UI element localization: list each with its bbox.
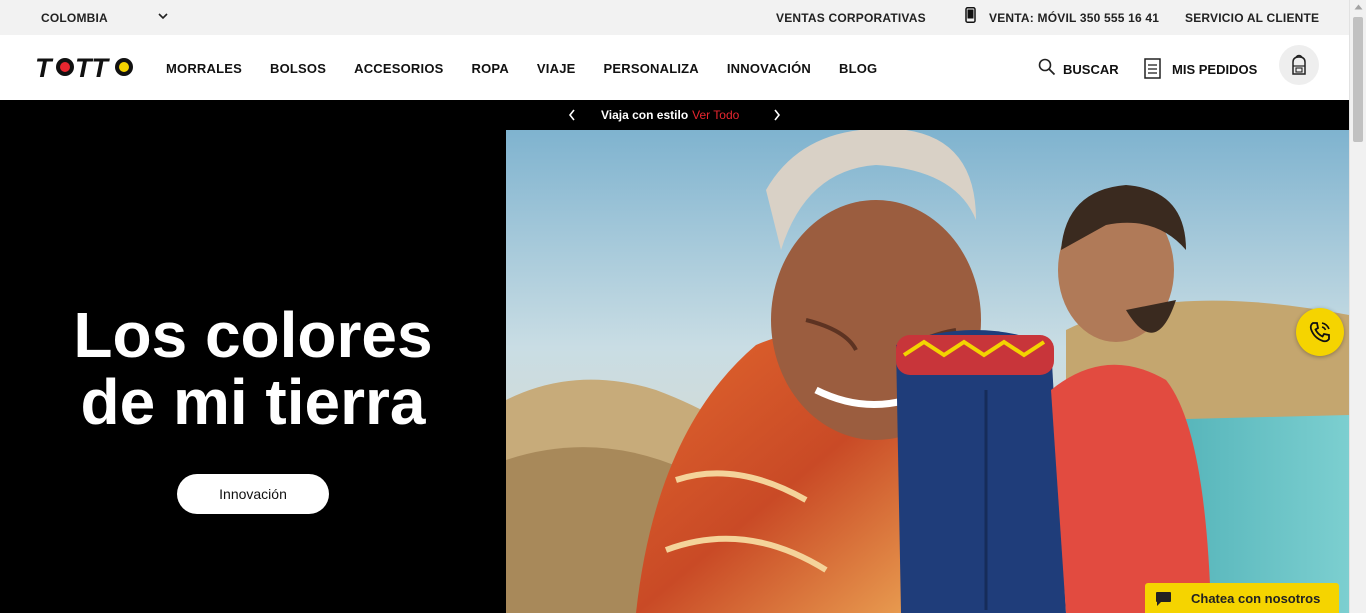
menu-item-morrales[interactable]: MORRALES [166,61,242,76]
cart-button[interactable] [1279,45,1319,85]
top-utility-bar: COLOMBIA VENTAS CORPORATIVAS VENTA: MÓVI… [0,0,1349,35]
menu-item-viaje[interactable]: VIAJE [537,61,576,76]
menu-item-ropa[interactable]: ROPA [472,61,509,76]
svg-text:TT: TT [75,53,110,83]
mobile-phone-icon [965,7,976,23]
main-navigation: T TT MORRALES BOLSOS ACCESORIOS ROPA VIA… [0,35,1349,100]
orders-list-icon[interactable] [1144,58,1161,79]
chevron-down-icon[interactable] [156,9,170,23]
totto-logo[interactable]: T TT [33,50,137,84]
hero-title: Los colores de mi tierra [0,302,506,436]
menu-item-accesorios[interactable]: ACCESORIOS [354,61,443,76]
chat-label: Chatea con nosotros [1191,591,1321,606]
hero-title-line-1: Los colores [73,299,433,371]
chevron-left-icon[interactable] [567,109,577,121]
hero-text-panel: Los colores de mi tierra Innovación [0,130,506,613]
hero-title-line-2: de mi tierra [80,366,426,438]
menu-item-personaliza[interactable]: PERSONALIZA [604,61,699,76]
country-selector[interactable]: COLOMBIA [41,11,108,25]
menu-item-innovacion[interactable]: INNOVACIÓN [727,61,811,76]
scrollbar-thumb[interactable] [1353,17,1363,142]
hero-image[interactable] [506,130,1349,613]
chevron-right-icon[interactable] [772,109,782,121]
backpack-icon [1292,54,1306,75]
phone-call-icon [1309,322,1330,343]
page-scrollbar[interactable] [1349,0,1366,613]
chat-widget[interactable]: Chatea con nosotros [1145,583,1339,613]
promo-text: Viaja con estilo [601,108,689,122]
chat-bubble-icon [1156,592,1171,606]
search-icon[interactable] [1038,58,1056,76]
svg-text:T: T [35,53,54,83]
customer-service-link[interactable]: SERVICIO AL CLIENTE [1185,11,1319,25]
promo-carousel: Viaja con estilo Ver Todo [0,100,1349,130]
scroll-up-arrow-icon[interactable] [1354,4,1363,10]
my-orders-button[interactable]: MIS PEDIDOS [1172,62,1257,77]
promo-link[interactable]: Ver Todo [692,108,739,122]
hero-photo-illustration [506,130,1349,613]
corporate-sales-link[interactable]: VENTAS CORPORATIVAS [776,11,926,25]
phone-sales-link[interactable]: VENTA: MÓVIL 350 555 16 41 [989,11,1159,25]
menu-item-blog[interactable]: BLOG [839,61,877,76]
call-button[interactable] [1296,308,1344,356]
promo-message: Viaja con estilo Ver Todo [601,108,739,122]
category-menu: MORRALES BOLSOS ACCESORIOS ROPA VIAJE PE… [166,61,905,76]
hero-cta-button[interactable]: Innovación [177,474,329,514]
search-button[interactable]: BUSCAR [1063,62,1119,77]
menu-item-bolsos[interactable]: BOLSOS [270,61,326,76]
